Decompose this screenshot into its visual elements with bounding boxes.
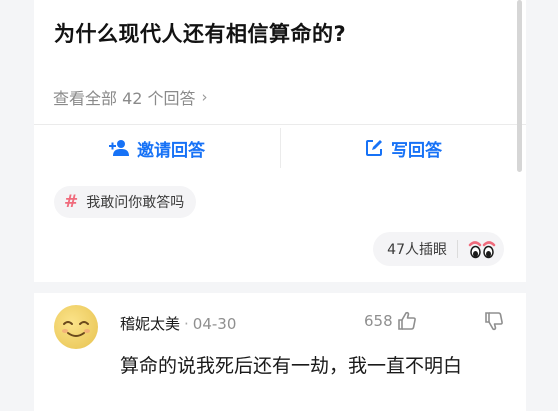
answer-excerpt[interactable]: 算命的说我死后还有一劫，我一直不明白 bbox=[120, 351, 505, 381]
topic-label: 我敢问你敢答吗 bbox=[86, 195, 185, 211]
question-card: 为什么现代人还有相信算命的? 查看全部 42 个回答 › 邀请回答 写回答 # … bbox=[34, 0, 526, 282]
question-page: 为什么现代人还有相信算命的? 查看全部 42 个回答 › 邀请回答 写回答 # … bbox=[0, 0, 558, 411]
invite-answer-label: 邀请回答 bbox=[137, 140, 205, 161]
chevron-right-icon: › bbox=[201, 88, 208, 106]
bookmark-reaction-button[interactable]: 47人插眼 bbox=[373, 232, 504, 266]
avatar[interactable] bbox=[54, 305, 98, 349]
author-name[interactable]: 稽妮太美 bbox=[120, 313, 180, 334]
topic-tag[interactable]: # 我敢问你敢答吗 bbox=[54, 186, 197, 218]
thumbs-down-icon bbox=[485, 312, 503, 331]
invite-answer-button[interactable]: 邀请回答 bbox=[34, 125, 280, 171]
reaction-label: 47人插眼 bbox=[387, 242, 447, 258]
like-button[interactable]: 658 bbox=[364, 311, 417, 331]
avatar-face-icon bbox=[62, 321, 90, 337]
scrollbar-thumb[interactable] bbox=[517, 0, 522, 172]
answer-date: 04-30 bbox=[192, 314, 237, 333]
question-title: 为什么现代人还有相信算命的? bbox=[54, 22, 347, 46]
dislike-button[interactable] bbox=[484, 311, 504, 335]
answer-card: 稽妮太美 · 04-30 658 算命的说我死后还有一劫，我一直不明白 bbox=[34, 293, 526, 411]
add-user-icon bbox=[109, 140, 129, 156]
reaction-separator bbox=[457, 240, 458, 258]
view-all-label: 查看全部 42 个回答 bbox=[53, 89, 196, 108]
hash-icon: # bbox=[64, 192, 79, 212]
edit-icon bbox=[366, 140, 382, 156]
separator-dot: · bbox=[184, 314, 189, 333]
author-info: 稽妮太美 · 04-30 bbox=[120, 313, 236, 334]
view-all-answers-link[interactable]: 查看全部 42 个回答 › bbox=[53, 85, 208, 109]
write-answer-button[interactable]: 写回答 bbox=[281, 125, 526, 171]
like-count: 658 bbox=[364, 312, 393, 330]
eyes-icon bbox=[468, 241, 496, 259]
thumbs-up-icon bbox=[397, 311, 416, 330]
write-answer-label: 写回答 bbox=[391, 140, 442, 161]
